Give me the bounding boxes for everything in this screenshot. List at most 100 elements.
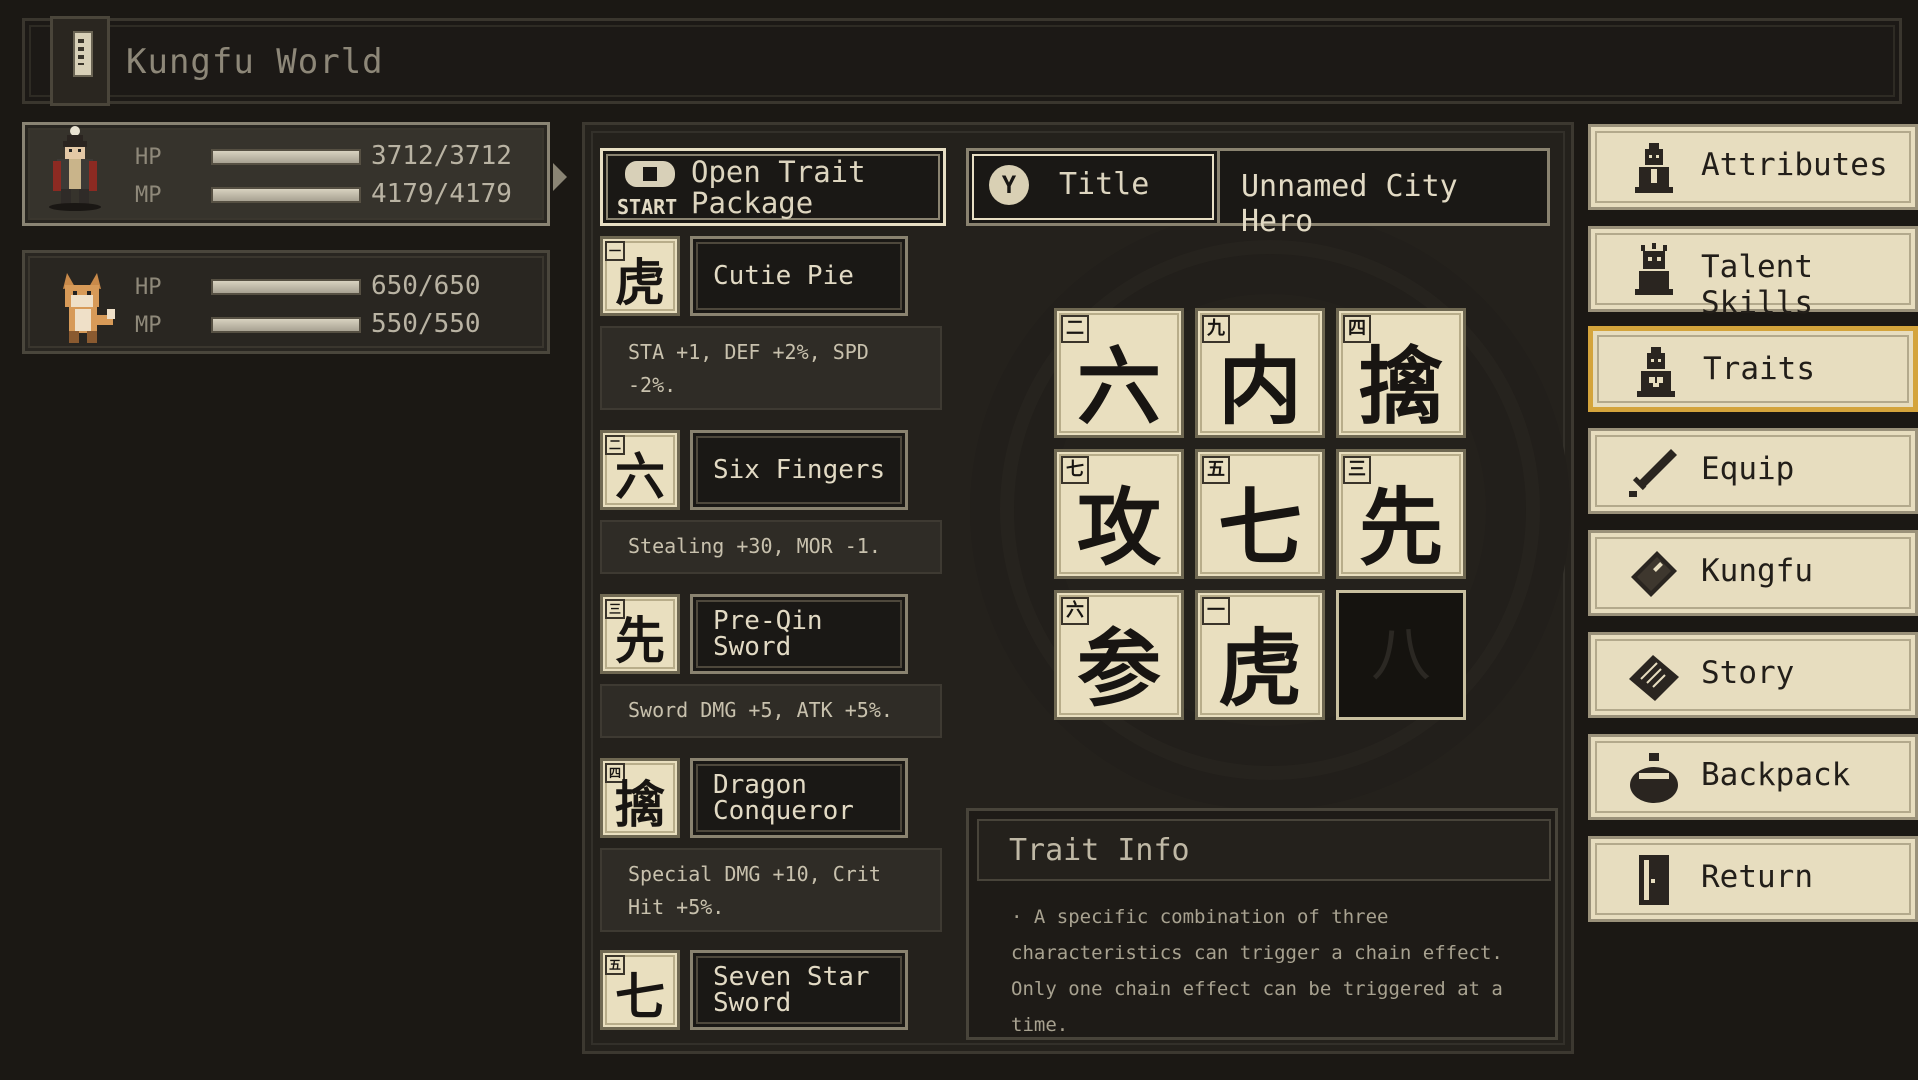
hero-avatar-icon	[49, 126, 101, 211]
grid-tile-glyph: 先	[1358, 478, 1443, 577]
title-value: Unnamed City Hero	[1241, 169, 1458, 239]
mp-bar-fill	[213, 189, 359, 201]
grid-trait-tile[interactable]: 六 参	[1054, 590, 1184, 720]
trait-name-box[interactable]: Seven Star Sword	[690, 950, 908, 1030]
open-trait-package-label: Open Trait Package	[691, 155, 866, 220]
title-button[interactable]: Y Title	[969, 151, 1220, 223]
mp-value: 4179/4179	[371, 179, 512, 209]
hp-bar	[211, 149, 361, 165]
grid-trait-tile[interactable]: 一 虎	[1195, 590, 1325, 720]
trait-description: Sword DMG +5, ATK +5%.	[600, 684, 942, 738]
open-trait-package-button[interactable]: START Open Trait Package	[600, 148, 946, 226]
trait-glyph: 六	[615, 447, 665, 506]
menu-attributes-button[interactable]: Attributes	[1588, 124, 1918, 210]
title-label: Title	[1059, 167, 1150, 202]
menu-label: Kungfu	[1701, 553, 1813, 589]
trait-name-box[interactable]: Six Fingers	[690, 430, 908, 510]
hp-label: HP	[135, 145, 162, 170]
grid-tile-glyph: 虎	[1217, 619, 1302, 718]
mp-label: MP	[135, 183, 162, 208]
title-selector[interactable]: Y Title Unnamed City Hero	[966, 148, 1550, 239]
trait-name: Six Fingers	[713, 455, 886, 485]
menu-return-button[interactable]: Return	[1588, 836, 1918, 922]
book-icon	[50, 16, 110, 106]
trait-description: Special DMG +10, Crit Hit +5%.	[600, 848, 942, 932]
trait-glyph: 虎	[615, 253, 665, 312]
trait-icon[interactable]: 二 六	[600, 430, 680, 510]
menu-label: Talent Skills	[1701, 249, 1813, 321]
menu-label: Return	[1701, 859, 1813, 895]
sword-icon	[1629, 449, 1677, 497]
trait-name-box[interactable]: Dragon Conqueror	[690, 758, 908, 838]
mp-bar-fill	[213, 319, 359, 331]
bag-icon	[1630, 753, 1678, 803]
trait-name-box[interactable]: Cutie Pie	[690, 236, 908, 316]
y-button-icon: Y	[989, 165, 1029, 205]
grid-tile-glyph: 擒	[1358, 337, 1443, 436]
menu-backpack-button[interactable]: Backpack	[1588, 734, 1918, 820]
hp-value: 650/650	[371, 271, 481, 301]
trait-name: Pre-Qin Sword	[713, 606, 823, 662]
hp-bar-fill	[213, 281, 359, 293]
grid-trait-tile[interactable]: 七 攻	[1054, 449, 1184, 579]
talent-icon	[1635, 243, 1673, 295]
trait-glyph: 七	[615, 967, 665, 1026]
start-button-icon	[625, 161, 675, 187]
menu-label: Story	[1701, 655, 1795, 691]
mp-label: MP	[135, 313, 162, 338]
mp-value: 550/550	[371, 309, 481, 339]
menu-traits-button[interactable]: Traits	[1588, 326, 1918, 412]
grid-trait-tile[interactable]: 九 内	[1195, 308, 1325, 438]
grid-tile-glyph: 七	[1217, 478, 1302, 577]
trait-description: Stealing +30, MOR -1.	[600, 520, 942, 574]
menu-equip-button[interactable]: Equip	[1588, 428, 1918, 514]
menu-label: Backpack	[1701, 757, 1851, 793]
menu-story-button[interactable]: Story	[1588, 632, 1918, 718]
hp-label: HP	[135, 275, 162, 300]
party-member-card[interactable]: HP 3712/3712 MP 4179/4179	[22, 122, 567, 226]
grid-tile-glyph: 内	[1217, 337, 1302, 436]
trait-info-title: Trait Info	[1009, 833, 1190, 868]
trait-glyph: 擒	[615, 775, 665, 834]
trait-name: Cutie Pie	[713, 261, 854, 291]
grid-tile-glyph: 六	[1076, 337, 1161, 436]
fox-companion-avatar-icon	[63, 273, 115, 343]
grid-tile-glyph: 攻	[1076, 478, 1161, 577]
party-member-card[interactable]: HP 650/650 MP 550/550	[22, 250, 550, 354]
trait-icon[interactable]: 四 擒	[600, 758, 680, 838]
door-icon	[1639, 855, 1669, 905]
menu-label: Traits	[1703, 351, 1815, 387]
grid-trait-tile[interactable]: 三 先	[1336, 449, 1466, 579]
trait-icon[interactable]: 一 虎	[600, 236, 680, 316]
grid-trait-tile[interactable]: 二 六	[1054, 308, 1184, 438]
trait-glyph: 先	[615, 611, 665, 670]
character-icon	[1635, 143, 1673, 193]
book-icon	[1631, 551, 1677, 597]
trait-info-text: · A specific combination of three charac…	[1011, 906, 1503, 1036]
scroll-icon	[1629, 655, 1679, 701]
trait-info-header: Trait Info	[977, 819, 1551, 881]
trait-icon[interactable]: 五 七	[600, 950, 680, 1030]
menu-kungfu-button[interactable]: Kungfu	[1588, 530, 1918, 616]
grid-trait-tile[interactable]: 五 七	[1195, 449, 1325, 579]
grid-tile-glyph: 参	[1076, 619, 1161, 718]
trait-name: Dragon Conqueror	[713, 770, 854, 826]
grid-trait-tile[interactable]: 四 擒	[1336, 308, 1466, 438]
mp-bar	[211, 187, 361, 203]
grid-empty-slot[interactable]: 八	[1336, 590, 1466, 720]
trait-name: Seven Star Sword	[713, 962, 870, 1018]
traits-icon	[1637, 347, 1675, 397]
menu-label: Attributes	[1701, 147, 1888, 183]
menu-talent-skills-button[interactable]: Talent Skills	[1588, 226, 1918, 321]
trait-description: STA +1, DEF +2%, SPD -2%.	[600, 326, 942, 410]
trait-icon[interactable]: 三 先	[600, 594, 680, 674]
start-button-glyph: START	[617, 195, 678, 219]
page-title: Kungfu World	[126, 42, 384, 82]
trait-info-panel: Trait Info · A specific combination of t…	[966, 808, 1558, 1040]
hp-value: 3712/3712	[371, 141, 512, 171]
trait-name-box[interactable]: Pre-Qin Sword	[690, 594, 908, 674]
hp-bar	[211, 279, 361, 295]
menu-label: Equip	[1701, 451, 1795, 487]
hp-bar-fill	[213, 151, 359, 163]
mp-bar	[211, 317, 361, 333]
